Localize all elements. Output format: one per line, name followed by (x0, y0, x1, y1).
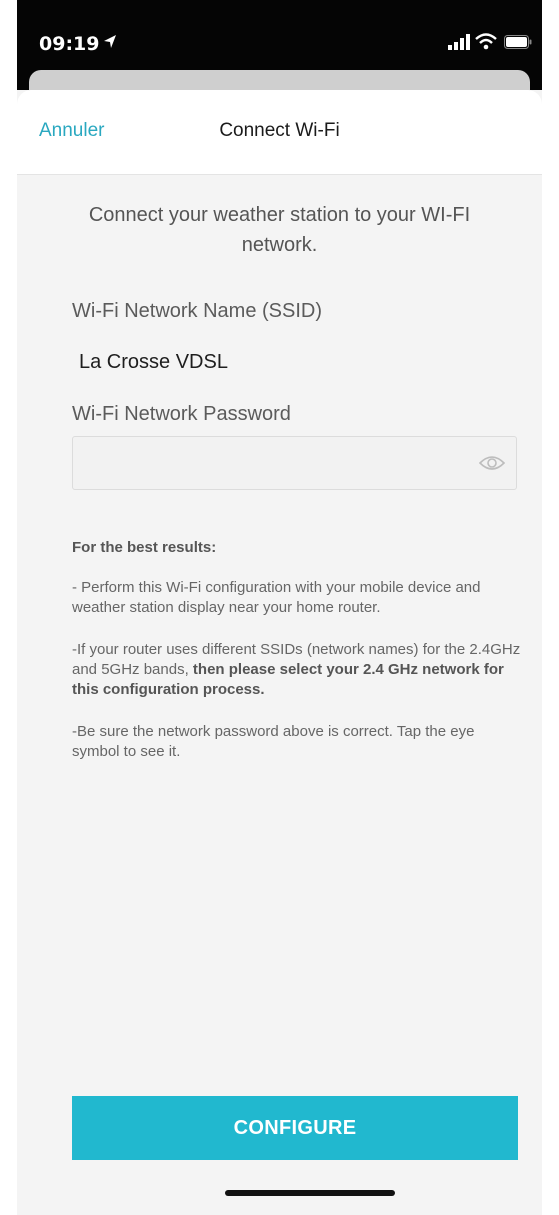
location-arrow-icon (103, 34, 117, 55)
tip-item-password-check: -Be sure the network password above is c… (72, 723, 475, 760)
status-time: 09:19 (39, 33, 100, 55)
tip-item-ssid-band: -If your router uses different SSIDs (ne… (72, 640, 522, 700)
page-title: Connect Wi-Fi (219, 120, 340, 141)
battery-icon (504, 35, 532, 54)
password-input[interactable] (72, 436, 517, 490)
configure-button[interactable]: CONFIGURE (72, 1096, 518, 1160)
signal-bars-icon (448, 34, 470, 55)
tips-section: For the best results: - Perform this Wi-… (72, 538, 522, 784)
home-indicator[interactable] (225, 1190, 395, 1196)
ssid-label: Wi-Fi Network Name (SSID) (72, 300, 323, 322)
ssid-value[interactable]: La Crosse VDSL (79, 351, 228, 374)
password-label: Wi-Fi Network Password (72, 403, 291, 425)
connect-wifi-sheet: Annuler Connect Wi-Fi Connect your weath… (17, 90, 542, 1215)
intro-text: Connect your weather station to your WI-… (88, 204, 471, 256)
tip-item-router-proximity: - Perform this Wi-Fi configuration with … (72, 579, 481, 616)
wifi-icon (475, 33, 497, 55)
eye-icon[interactable] (478, 454, 506, 477)
nav-bar: Annuler Connect Wi-Fi (17, 90, 542, 175)
phone-screen: 09:19 Annuler Connect Wi-Fi Connect your… (17, 0, 542, 1215)
tips-heading: For the best results: (72, 539, 217, 556)
